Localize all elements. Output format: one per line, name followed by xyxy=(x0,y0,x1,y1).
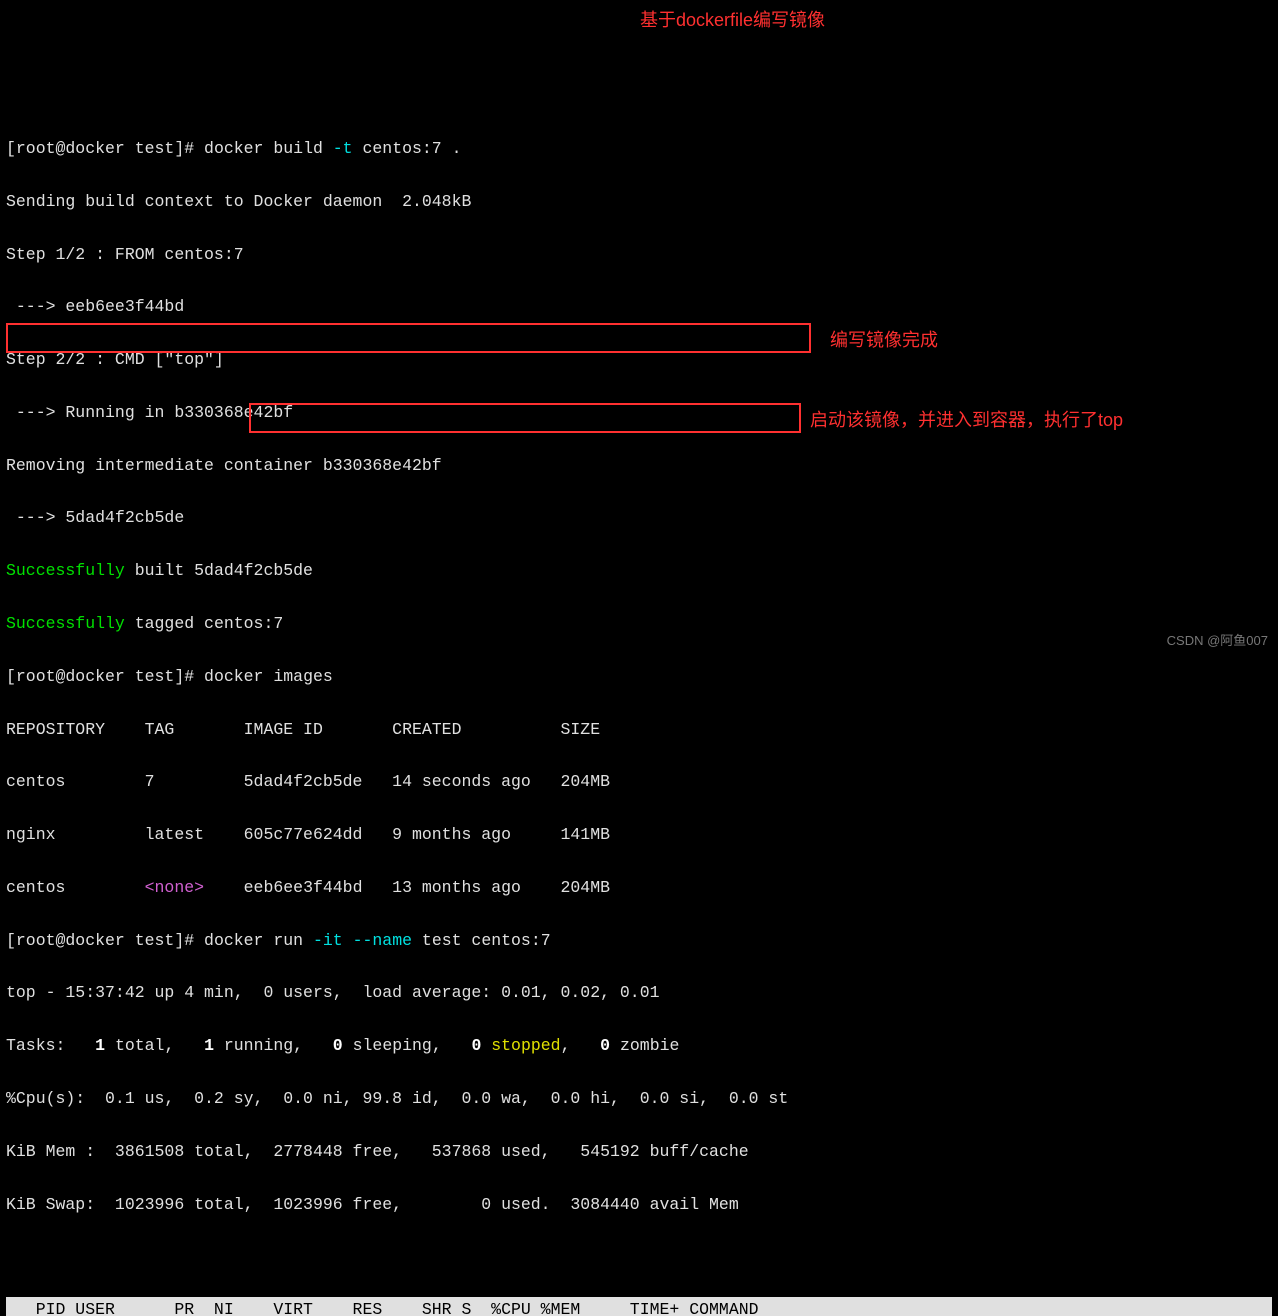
blank-line xyxy=(6,1244,1272,1270)
annotation-image-done: 编写镜像完成 xyxy=(830,326,938,355)
annotation-build: 基于dockerfile编写镜像 xyxy=(640,6,825,35)
top-swap: KiB Swap: 1023996 total, 1023996 free, 0… xyxy=(6,1192,1272,1218)
command-text[interactable]: docker run -it --name test centos:7 xyxy=(204,931,551,950)
shell-prompt[interactable]: [root@docker test]# xyxy=(6,667,204,686)
build-output: Step 2/2 : CMD ["top"] xyxy=(6,347,1272,373)
watermark: CSDN @阿鱼007 xyxy=(1167,631,1268,652)
image-row: centos <none> eeb6ee3f44bd 13 months ago… xyxy=(6,875,1272,901)
build-output: Sending build context to Docker daemon 2… xyxy=(6,189,1272,215)
top-process-header: PID USER PR NI VIRT RES SHR S %CPU %MEM … xyxy=(6,1297,1272,1316)
images-header: REPOSITORY TAG IMAGE ID CREATED SIZE xyxy=(6,717,1272,743)
image-row: centos 7 5dad4f2cb5de 14 seconds ago 204… xyxy=(6,769,1272,795)
shell-prompt[interactable]: [root@docker test]# xyxy=(6,931,204,950)
build-output: ---> 5dad4f2cb5de xyxy=(6,505,1272,531)
top-tasks: Tasks: 1 total, 1 running, 0 sleeping, 0… xyxy=(6,1033,1272,1059)
build-output: Step 1/2 : FROM centos:7 xyxy=(6,242,1272,268)
top-cpu: %Cpu(s): 0.1 us, 0.2 sy, 0.0 ni, 99.8 id… xyxy=(6,1086,1272,1112)
terminal-output: [root@docker test]# docker build -t cent… xyxy=(0,106,1278,1316)
image-row: nginx latest 605c77e624dd 9 months ago 1… xyxy=(6,822,1272,848)
success-line: Successfully tagged centos:7 xyxy=(6,611,1272,637)
build-output: ---> eeb6ee3f44bd xyxy=(6,294,1272,320)
top-mem: KiB Mem : 3861508 total, 2778448 free, 5… xyxy=(6,1139,1272,1165)
success-line: Successfully built 5dad4f2cb5de xyxy=(6,558,1272,584)
command-text[interactable]: docker build -t centos:7 . xyxy=(204,139,461,158)
command-text[interactable]: docker images xyxy=(204,667,333,686)
build-output: Removing intermediate container b330368e… xyxy=(6,453,1272,479)
annotation-run: 启动该镜像，并进入到容器，执行了top xyxy=(810,406,1123,435)
shell-prompt[interactable]: [root@docker test]# xyxy=(6,139,204,158)
top-output: top - 15:37:42 up 4 min, 0 users, load a… xyxy=(6,980,1272,1006)
